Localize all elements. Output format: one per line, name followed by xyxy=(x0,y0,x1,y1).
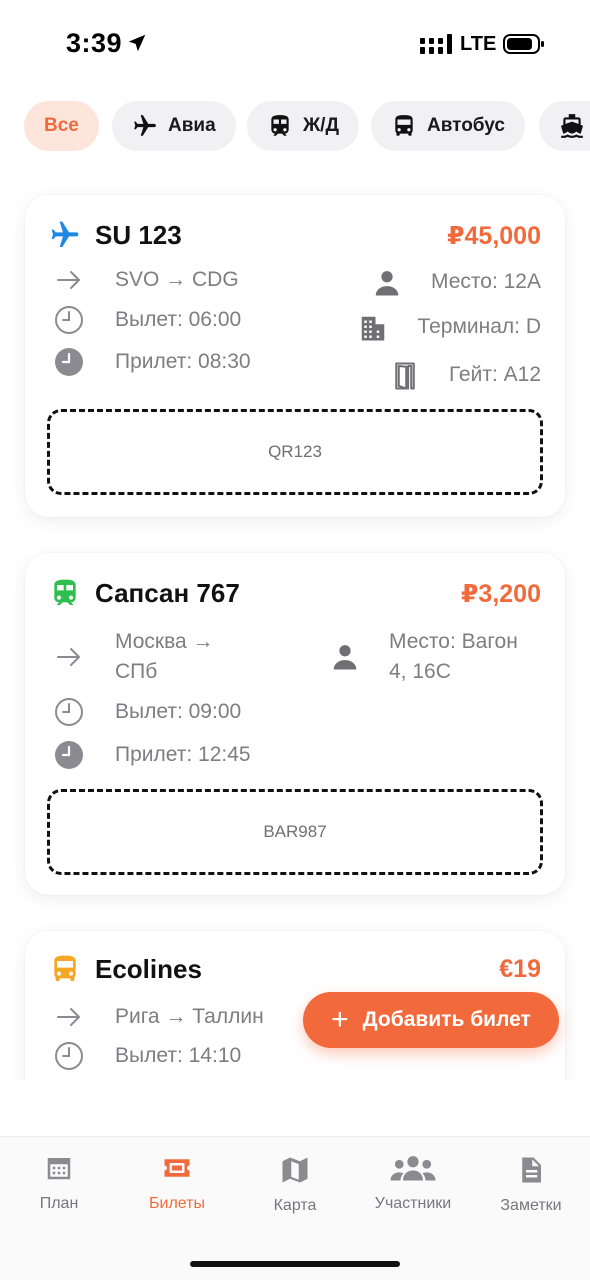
ticket-card-train[interactable]: Сапсан 767 ₽3,200 Москва → СПб Вылет: 09… xyxy=(25,553,565,895)
arrow-right-icon xyxy=(53,265,85,295)
add-ticket-label: Добавить билет xyxy=(362,1008,531,1031)
clock-outline-icon xyxy=(53,697,85,727)
person-icon xyxy=(371,267,403,299)
route-text: SVO → CDG xyxy=(115,268,239,291)
seat-row: Место: 12A xyxy=(371,267,541,299)
filter-chip-train[interactable]: Ж/Д xyxy=(247,101,359,151)
train-icon xyxy=(271,115,289,136)
filter-chip-avia[interactable]: Авиа xyxy=(112,101,236,151)
gate-row: Гейт: A12 xyxy=(389,360,541,392)
departure-text: Вылет: 09:00 xyxy=(115,700,242,723)
tab-label: Заметки xyxy=(500,1197,562,1214)
map-icon xyxy=(282,1157,308,1183)
clock-filled-icon xyxy=(53,347,85,377)
seat-row: Место: Вагон 4, 16C xyxy=(329,627,518,687)
tab-label: Карта xyxy=(273,1197,317,1214)
ticket-price: ₽45,000 xyxy=(447,222,541,250)
ticket-list: SU 123 ₽45,000 SVO → CDG Вылет: 06:00 Пр… xyxy=(0,175,590,1080)
route-row: Рига → Таллин xyxy=(53,1002,264,1032)
filter-chip-label: Ж/Д xyxy=(303,115,339,136)
building-icon xyxy=(357,312,389,344)
filter-chip-ship[interactable] xyxy=(539,101,590,151)
battery-icon xyxy=(503,34,544,54)
filter-chip-all[interactable]: Все xyxy=(24,101,99,151)
ticket-price: €19 xyxy=(499,955,541,983)
bottom-tab-bar: План Билеты Карта Участники Заметки xyxy=(0,1136,590,1280)
departure-row: Вылет: 09:00 xyxy=(53,697,241,727)
tab-map[interactable]: Карта xyxy=(236,1155,354,1215)
tab-label: Билеты xyxy=(149,1195,205,1212)
ticket-card-flight[interactable]: SU 123 ₽45,000 SVO → CDG Вылет: 06:00 Пр… xyxy=(25,195,565,517)
ticket-title: Сапсан 767 xyxy=(49,577,240,609)
ship-icon xyxy=(561,114,583,138)
route-line-2: СПб xyxy=(115,660,158,683)
calendar-icon xyxy=(47,1158,71,1180)
seat-line-1: Место: Вагон xyxy=(389,630,518,653)
tab-plan[interactable]: План xyxy=(0,1153,118,1213)
arrow-right-icon xyxy=(53,1002,85,1032)
terminal-row: Терминал: D xyxy=(357,312,541,344)
person-icon xyxy=(329,641,361,673)
network-label: LTE xyxy=(460,33,497,55)
arrival-text: Прилет: 08:30 xyxy=(115,350,251,373)
ticket-title: SU 123 xyxy=(49,219,182,251)
seat-text: Место: 12A xyxy=(430,270,541,293)
ticket-icon xyxy=(164,1159,190,1177)
status-time: 3:39 xyxy=(66,28,123,58)
departure-row: Вылет: 14:10 xyxy=(53,1041,241,1071)
seat-line-2: 4, 16C xyxy=(389,660,451,683)
bus-icon xyxy=(395,115,413,136)
status-bar: 3:39 LTE xyxy=(0,0,590,90)
departure-text: Вылет: 06:00 xyxy=(115,308,242,331)
train-icon xyxy=(54,579,76,605)
location-arrow-icon xyxy=(128,34,146,52)
bus-icon xyxy=(54,955,76,981)
ticket-code-box[interactable]: QR123 xyxy=(47,409,543,495)
seat-text: Место: Вагон 4, 16C xyxy=(389,627,518,687)
tab-tickets[interactable]: Билеты xyxy=(118,1153,236,1213)
departure-text: Вылет: 14:10 xyxy=(115,1044,242,1067)
clock-outline-icon xyxy=(53,1041,85,1071)
plane-icon xyxy=(134,115,156,136)
tab-label: План xyxy=(39,1195,79,1212)
ticket-title-text: Ecolines xyxy=(95,953,202,984)
clock-outline-icon xyxy=(53,305,85,335)
ticket-title-text: SU 123 xyxy=(95,219,182,250)
ticket-code-box[interactable]: BAR987 xyxy=(47,789,543,875)
route-text: Москва → СПб xyxy=(115,627,214,687)
plane-icon xyxy=(51,221,79,247)
door-icon xyxy=(389,360,421,392)
filter-chip-bus[interactable]: Автобус xyxy=(371,101,525,151)
route-text: Рига → Таллин xyxy=(115,1005,264,1028)
tab-label: Участники xyxy=(374,1195,452,1212)
arrival-row: Прилет: 08:30 xyxy=(53,347,251,377)
departure-row: Вылет: 06:00 xyxy=(53,305,241,335)
tab-notes[interactable]: Заметки xyxy=(472,1155,590,1215)
filter-chip-label: Автобус xyxy=(427,115,505,136)
filter-chip-label: Все xyxy=(44,115,79,136)
terminal-text: Терминал: D xyxy=(417,315,541,338)
clock-filled-icon xyxy=(53,740,85,770)
people-icon xyxy=(390,1156,436,1181)
plus-icon: + xyxy=(331,1003,349,1036)
arrow-right-icon xyxy=(53,642,85,672)
gate-text: Гейт: A12 xyxy=(448,363,541,386)
note-icon xyxy=(522,1157,541,1183)
route-row: SVO → CDG xyxy=(53,265,239,295)
arrival-text: Прилет: 12:45 xyxy=(115,743,251,766)
ticket-price: ₽3,200 xyxy=(461,580,541,608)
filter-chip-label: Авиа xyxy=(168,115,216,136)
tab-participants[interactable]: Участники xyxy=(354,1153,472,1213)
signal-icon xyxy=(420,34,452,54)
ticket-title-text: Сапсан 767 xyxy=(95,577,240,608)
route-row: Москва → СПб xyxy=(53,627,214,687)
route-line-1: Москва → xyxy=(115,630,214,653)
arrival-row: Прилет: 12:45 xyxy=(53,740,251,770)
ticket-title: Ecolines xyxy=(49,953,202,985)
filter-chips: Все Авиа Ж/Д Автобус xyxy=(24,101,590,153)
add-ticket-button[interactable]: + Добавить билет xyxy=(303,992,559,1048)
home-indicator xyxy=(190,1261,400,1267)
